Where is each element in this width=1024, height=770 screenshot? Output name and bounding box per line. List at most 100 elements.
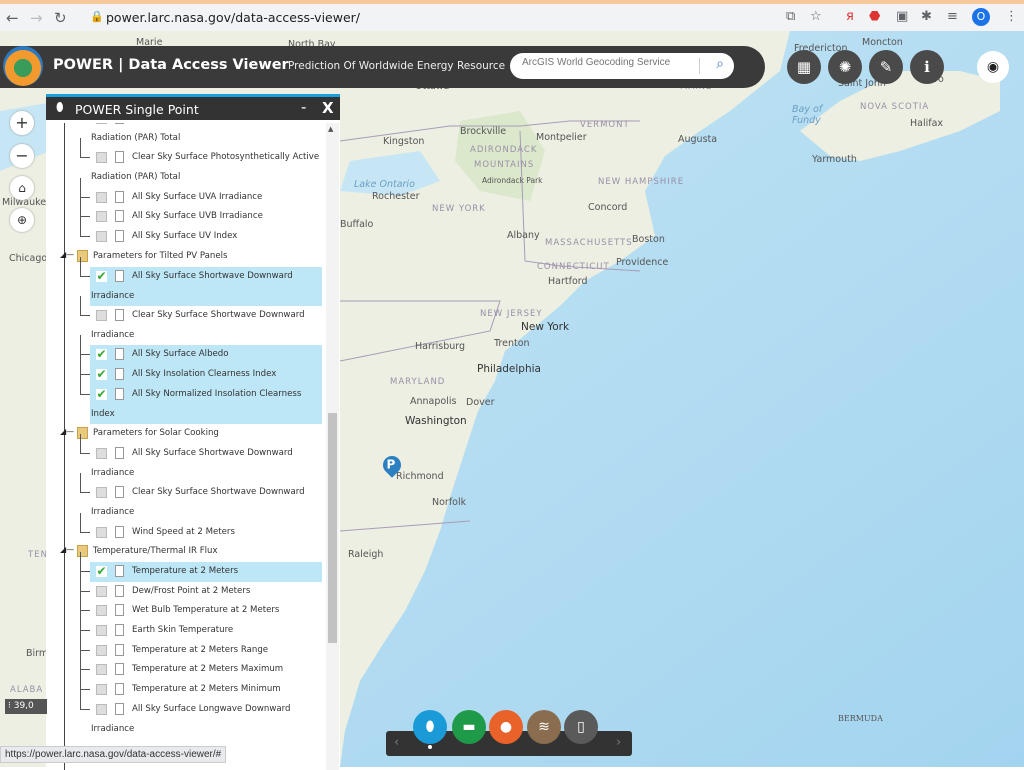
parameter-checkbox[interactable] — [96, 605, 107, 617]
parameter-checkbox[interactable] — [96, 624, 107, 636]
about-button[interactable]: ℹ — [910, 50, 944, 84]
parameter-checkbox[interactable] — [96, 231, 107, 243]
basemap-gallery-button[interactable]: ▦ — [787, 50, 821, 84]
search-icon[interactable]: ⌕ — [716, 56, 724, 72]
map-label: Brockville — [460, 126, 507, 137]
parameter-checkbox[interactable] — [96, 211, 107, 223]
parameter-label-cont: Irradiance — [91, 329, 135, 340]
layers-tool[interactable]: ≋ — [527, 710, 561, 744]
legend-button[interactable]: ✺ — [828, 50, 862, 84]
parameter-item[interactable]: All Sky Surface UV Index — [46, 217, 326, 247]
map-label: Moncton — [862, 37, 903, 48]
menu-icon[interactable]: ⋮ — [1005, 9, 1018, 24]
map-label: Yarmouth — [812, 154, 857, 165]
panel-scrollbar[interactable]: ▲ — [326, 123, 339, 770]
pin-icon: ⬮ — [425, 719, 435, 735]
app-subtitle: Prediction Of Worldwide Energy Resource — [288, 60, 506, 72]
parameter-checkbox[interactable]: ✔ — [96, 368, 107, 380]
parameter-label: Temperature at 2 Meters — [132, 565, 239, 576]
circle-icon: ● — [499, 719, 513, 735]
tree-connector — [80, 197, 90, 218]
parameter-label-cont: Radiation (PAR) Total — [91, 133, 181, 143]
parameter-checkbox[interactable] — [96, 309, 107, 321]
star-icon[interactable]: ☆ — [810, 9, 822, 24]
parameter-label: Clear Sky Surface Shortwave Downward — [132, 487, 305, 498]
power-logo[interactable] — [3, 46, 43, 86]
status-bar-url: https://power.larc.nasa.gov/data-access-… — [0, 746, 227, 763]
prev-arrow-icon[interactable]: ‹ — [394, 735, 399, 750]
app-title: POWER | Data Access Viewer — [53, 57, 289, 73]
parameter-item[interactable]: Wind Speed at 2 Meters — [46, 512, 326, 543]
visibility-button[interactable]: ◉ — [977, 51, 1009, 83]
parameter-item[interactable]: ✔ All Sky Normalized Insolation Clearness… — [46, 374, 326, 425]
tree-connector — [80, 473, 90, 494]
close-button[interactable]: X — [322, 99, 334, 117]
adblock-icon[interactable]: ⬣ — [869, 9, 880, 24]
map-label: Washington — [405, 415, 467, 427]
parameter-checkbox[interactable] — [96, 191, 107, 203]
extension-icon[interactable]: ▣ — [896, 9, 908, 24]
folder-label: Parameters for Tilted PV Panels — [93, 250, 228, 261]
parameter-checkbox[interactable] — [96, 703, 107, 715]
parameter-label-cont: Index — [91, 408, 115, 419]
measure-button[interactable]: ✎ — [869, 50, 903, 84]
parameter-checkbox[interactable] — [96, 487, 107, 499]
parameter-item[interactable]: All Sky Surface Longwave Downward Irradia… — [46, 689, 326, 739]
yandex-icon[interactable]: я — [846, 9, 854, 24]
parameter-label: All Sky Surface Shortwave Downward — [132, 270, 293, 281]
address-bar[interactable]: 🔒 power.larc.nasa.gov/data-access-viewer… — [80, 7, 840, 29]
parameter-checkbox[interactable] — [96, 526, 107, 538]
parameter-checkbox[interactable] — [96, 644, 107, 656]
document-icon — [115, 525, 124, 538]
rectangle-icon: ▬ — [462, 719, 476, 735]
parameter-checkbox[interactable] — [96, 447, 107, 459]
parameter-checkbox[interactable]: ✔ — [96, 348, 107, 361]
home-button[interactable]: ⌂ — [10, 176, 34, 200]
search-input[interactable] — [522, 57, 702, 68]
zoom-in-button[interactable]: + — [10, 111, 34, 135]
puzzle-icon[interactable]: ✱ — [921, 9, 932, 24]
tree-connector — [80, 355, 90, 375]
parameter-label-cont: Radiation (PAR) Total — [91, 172, 181, 183]
back-icon[interactable]: ← — [6, 9, 19, 27]
map-label: Philadelphia — [477, 363, 541, 375]
parameter-label: Dew/Frost Point at 2 Meters — [132, 585, 251, 596]
tree-connector — [80, 650, 90, 671]
document-icon — [115, 663, 124, 676]
scrollbar-thumb[interactable] — [328, 413, 337, 643]
parameter-checkbox[interactable] — [96, 152, 107, 164]
collapse-toggle-icon[interactable]: ◢— — [60, 250, 74, 259]
single-point-tool[interactable]: ⬮ — [413, 710, 447, 744]
parameter-checkbox[interactable] — [96, 664, 107, 676]
tree-connector — [80, 610, 90, 631]
document-icon — [115, 387, 124, 400]
parameter-checkbox[interactable]: ✔ — [96, 565, 107, 577]
parameter-checkbox[interactable] — [96, 684, 107, 696]
coordinates-value: 39,0 — [13, 701, 34, 711]
parameter-checkbox[interactable]: ✔ — [96, 388, 107, 400]
parameter-checkbox[interactable]: ✔ — [96, 270, 107, 282]
map-label: VERMONT — [580, 120, 630, 130]
translate-icon[interactable]: ⧉ — [786, 9, 795, 24]
regional-tool[interactable]: ▬ — [452, 710, 486, 744]
documents-tool[interactable]: ▯ — [564, 710, 598, 744]
reload-icon[interactable]: ↻ — [54, 9, 67, 27]
document-icon — [115, 486, 124, 499]
parameter-checkbox[interactable] — [96, 123, 107, 124]
forward-icon[interactable]: → — [30, 9, 43, 27]
reading-list-icon[interactable]: ≡ — [947, 9, 958, 24]
collapse-toggle-icon[interactable]: ◢— — [60, 545, 74, 554]
minimize-button[interactable]: - — [301, 98, 306, 116]
zoom-out-button[interactable]: − — [10, 144, 34, 168]
next-arrow-icon[interactable]: › — [616, 735, 621, 750]
parameter-label: Earth Skin Temperature — [132, 624, 234, 635]
parameter-label: Clear Sky Surface Photosynthetically Act… — [132, 152, 320, 163]
parameter-checkbox[interactable] — [96, 585, 107, 597]
global-tool[interactable]: ● — [489, 710, 523, 744]
profile-avatar[interactable]: O — [972, 8, 990, 26]
document-icon — [115, 190, 124, 203]
map-label: ALABA — [10, 685, 44, 695]
scroll-up-icon[interactable]: ▲ — [328, 125, 333, 133]
locate-button[interactable]: ⊕ — [10, 208, 34, 232]
collapse-toggle-icon[interactable]: ◢— — [60, 427, 74, 436]
